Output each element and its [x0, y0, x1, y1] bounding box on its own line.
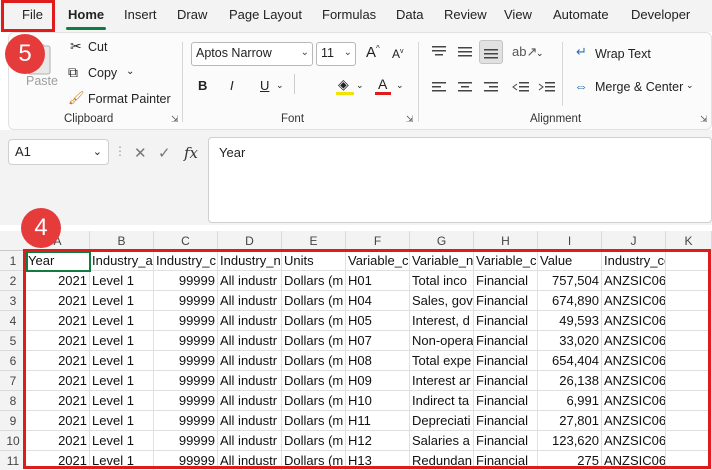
step-badge-5: 5: [5, 34, 45, 74]
column-header-b[interactable]: B: [90, 231, 154, 251]
formula-value: Year: [219, 145, 246, 160]
column-header-k[interactable]: K: [666, 231, 712, 251]
orientation-icon[interactable]: ab↗: [512, 44, 537, 60]
chevron-down-icon[interactable]: ⌄: [93, 145, 102, 158]
tab-data[interactable]: Data: [396, 7, 423, 22]
tab-home[interactable]: Home: [68, 7, 104, 22]
merge-center-button[interactable]: Merge & Center: [595, 80, 683, 94]
enter-icon[interactable]: ✓: [158, 144, 171, 162]
font-color-chevron-icon[interactable]: ⌄: [396, 80, 404, 91]
cancel-icon[interactable]: ✕: [134, 144, 147, 162]
decrease-font-size-button[interactable]: Av: [392, 47, 404, 61]
bold-button[interactable]: B: [198, 78, 207, 93]
cut-button[interactable]: Cut: [88, 40, 107, 54]
font-family-value: Aptos Narrow: [196, 46, 272, 60]
tab-review[interactable]: Review: [444, 7, 487, 22]
column-header-e[interactable]: E: [282, 231, 346, 251]
align-left-icon[interactable]: [430, 80, 448, 99]
increase-indent-icon[interactable]: [538, 80, 556, 99]
ribbon-tab-bar: File Home Insert Draw Page Layout Formul…: [0, 0, 712, 32]
copy-dropdown-chevron-icon[interactable]: ⌄: [126, 66, 134, 77]
column-header-c[interactable]: C: [154, 231, 218, 251]
font-size-value: 11: [321, 46, 334, 60]
font-group-label: Font: [281, 113, 305, 125]
column-header-i[interactable]: I: [538, 231, 602, 251]
chevron-down-icon: ⌄: [300, 47, 309, 58]
column-header-d[interactable]: D: [218, 231, 282, 251]
fill-color-icon[interactable]: ◈: [338, 76, 349, 93]
merge-chevron-icon[interactable]: ⌄: [686, 80, 694, 91]
group-divider: [418, 42, 419, 122]
alignment-dialog-launcher-icon[interactable]: ⇲: [700, 114, 708, 125]
tab-draw[interactable]: Draw: [177, 7, 207, 22]
underline-button[interactable]: U: [260, 78, 269, 93]
font-color-button[interactable]: A: [378, 76, 387, 92]
column-header-h[interactable]: H: [474, 231, 538, 251]
shrink-font-label: A: [392, 47, 401, 61]
align-right-icon[interactable]: [482, 80, 500, 99]
tab-automate[interactable]: Automate: [553, 7, 609, 22]
underline-dropdown-chevron-icon[interactable]: ⌄: [276, 80, 284, 91]
align-bottom-button[interactable]: [479, 40, 503, 64]
formula-input[interactable]: Year: [208, 137, 712, 223]
font-size-select[interactable]: 11 ⌄: [316, 42, 356, 66]
fill-color-chevron-icon[interactable]: ⌄: [356, 80, 364, 91]
decrease-indent-icon[interactable]: [512, 80, 530, 99]
orientation-chevron-icon[interactable]: ⌄: [536, 48, 544, 59]
insert-function-button[interactable]: fx: [184, 144, 198, 162]
italic-button[interactable]: I: [230, 78, 234, 93]
data-range-highlight: [23, 249, 711, 469]
font-color-swatch: [375, 92, 391, 95]
column-header-f[interactable]: F: [346, 231, 410, 251]
align-middle-icon[interactable]: [456, 44, 474, 63]
column-header-g[interactable]: G: [410, 231, 474, 251]
more-options-icon: ⋮: [114, 144, 126, 158]
copy-icon[interactable]: ⧉: [68, 64, 78, 81]
grow-font-label: A: [366, 44, 377, 61]
chevron-down-icon: ⌄: [343, 47, 352, 58]
merge-center-icon[interactable]: ⇔: [574, 78, 588, 94]
tab-page-layout[interactable]: Page Layout: [229, 7, 302, 22]
clipboard-group-label: Clipboard: [64, 113, 114, 125]
font-dialog-launcher-icon[interactable]: ⇲: [406, 114, 414, 125]
name-box-value: A1: [15, 144, 31, 159]
active-tab-indicator: [66, 27, 106, 30]
increase-font-size-button[interactable]: A^: [366, 44, 380, 61]
group-divider: [182, 42, 183, 122]
format-painter-button[interactable]: Format Painter: [88, 92, 171, 106]
wrap-text-icon[interactable]: ↵: [576, 44, 587, 60]
tab-insert[interactable]: Insert: [124, 7, 157, 22]
cut-icon[interactable]: ✂: [70, 38, 82, 55]
align-center-icon[interactable]: [456, 80, 474, 99]
align-top-icon[interactable]: [430, 44, 448, 63]
wrap-text-button[interactable]: Wrap Text: [595, 47, 651, 61]
alignment-group-label: Alignment: [530, 113, 582, 125]
borders-divider: [294, 74, 314, 94]
font-family-select[interactable]: Aptos Narrow ⌄: [191, 42, 313, 66]
format-painter-icon[interactable]: 🖌: [68, 90, 85, 106]
copy-button[interactable]: Copy: [88, 66, 117, 80]
clipboard-dialog-launcher-icon[interactable]: ⇲: [171, 114, 179, 125]
tab-developer[interactable]: Developer: [631, 7, 690, 22]
step-badge-4: 4: [21, 208, 61, 248]
paste-button[interactable]: Paste: [26, 74, 58, 88]
group-divider: [562, 42, 563, 106]
tab-formulas[interactable]: Formulas: [322, 7, 376, 22]
tab-view[interactable]: View: [504, 7, 532, 22]
name-box[interactable]: A1 ⌄: [8, 139, 109, 165]
file-tab-highlight: [1, 0, 55, 32]
fill-color-swatch: [336, 92, 354, 95]
column-header-j[interactable]: J: [602, 231, 666, 251]
